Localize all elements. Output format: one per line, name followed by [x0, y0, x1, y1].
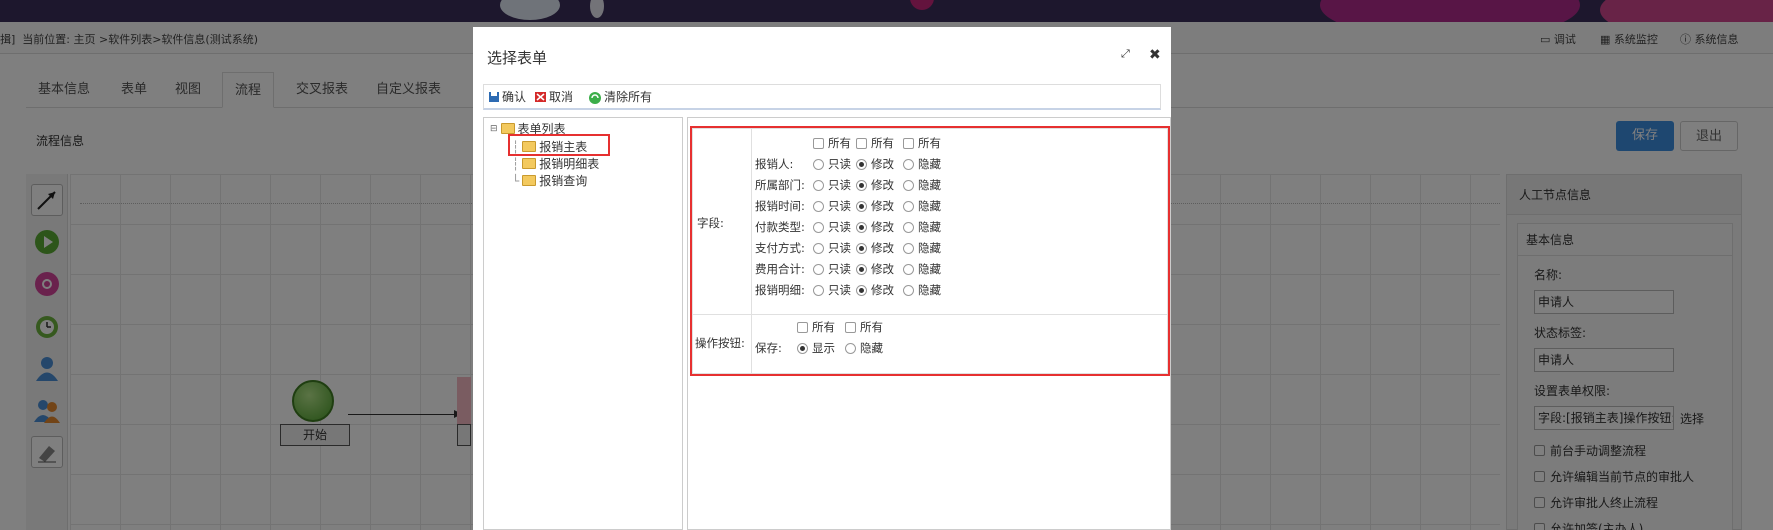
folder-icon — [500, 123, 515, 134]
radio-hide[interactable]: 隐藏 — [845, 340, 883, 356]
radio-show[interactable]: 显示 — [797, 340, 835, 356]
folder-icon — [522, 158, 537, 169]
radio-readonly[interactable]: 只读 — [813, 198, 851, 214]
maximize-icon[interactable]: ⤢ — [1121, 47, 1130, 61]
close-icon[interactable]: ✖ — [1149, 47, 1161, 63]
radio-edit[interactable]: 修改 — [856, 240, 894, 256]
all-readonly-check[interactable]: 所有 — [813, 135, 851, 151]
recycle-icon — [589, 91, 601, 104]
tree-item-expense-query[interactable]: └ 报销查询 — [512, 172, 587, 189]
button-row-label: 保存: — [755, 341, 782, 355]
highlight-selected-tree-item — [508, 134, 610, 156]
field-label: 报销人: — [755, 157, 794, 171]
cancel-icon — [535, 91, 546, 102]
radio-edit[interactable]: 修改 — [856, 261, 894, 277]
radio-hidden[interactable]: 隐藏 — [903, 282, 941, 298]
select-form-dialog: 选择表单 ⤢ ✖ 确认 取消 清除所有 ⊟ 表单列表 ┆ 报销主表 ┆ 报销明细表 └… — [473, 27, 1171, 530]
all-hide-check[interactable]: 所有 — [845, 319, 883, 335]
tree-item-expense-detail[interactable]: ┆ 报销明细表 — [512, 155, 599, 172]
field-label: 费用合计: — [755, 262, 805, 276]
cancel-button[interactable]: 取消 — [534, 88, 573, 105]
all-edit-check[interactable]: 所有 — [856, 135, 894, 151]
radio-edit[interactable]: 修改 — [856, 219, 894, 235]
radio-hidden[interactable]: 隐藏 — [903, 198, 941, 214]
all-hidden-check[interactable]: 所有 — [903, 135, 941, 151]
dialog-toolbar: 确认 取消 清除所有 — [483, 84, 1161, 110]
save-icon — [489, 91, 499, 102]
radio-hidden[interactable]: 隐藏 — [903, 219, 941, 235]
all-show-check[interactable]: 所有 — [797, 319, 835, 335]
radio-readonly[interactable]: 只读 — [813, 156, 851, 172]
permission-table: 字段: 操作按钮: 所有 所有 所有 报销人: 只读 修改 隐藏 所属部门: 只… — [692, 128, 1168, 374]
radio-readonly[interactable]: 只读 — [813, 282, 851, 298]
clear-all-button[interactable]: 清除所有 — [588, 88, 652, 105]
field-label: 支付方式: — [755, 241, 805, 255]
confirm-button[interactable]: 确认 — [488, 88, 526, 105]
field-label: 报销明细: — [755, 283, 805, 297]
radio-edit[interactable]: 修改 — [856, 156, 894, 172]
radio-readonly[interactable]: 只读 — [813, 177, 851, 193]
field-label: 付款类型: — [755, 220, 805, 234]
radio-edit[interactable]: 修改 — [856, 198, 894, 214]
radio-hidden[interactable]: 隐藏 — [903, 261, 941, 277]
form-tree: ⊟ 表单列表 ┆ 报销主表 ┆ 报销明细表 └ 报销查询 — [483, 117, 683, 530]
field-label: 所属部门: — [755, 178, 805, 192]
radio-hidden[interactable]: 隐藏 — [903, 240, 941, 256]
buttons-label: 操作按钮: — [695, 336, 745, 350]
dialog-title: 选择表单 — [487, 49, 548, 67]
radio-readonly[interactable]: 只读 — [813, 219, 851, 235]
folder-icon — [522, 175, 537, 186]
radio-readonly[interactable]: 只读 — [813, 261, 851, 277]
radio-hidden[interactable]: 隐藏 — [903, 156, 941, 172]
permission-form: 字段: 操作按钮: 所有 所有 所有 报销人: 只读 修改 隐藏 所属部门: 只… — [687, 117, 1171, 530]
radio-edit[interactable]: 修改 — [856, 282, 894, 298]
radio-edit[interactable]: 修改 — [856, 177, 894, 193]
radio-readonly[interactable]: 只读 — [813, 240, 851, 256]
radio-hidden[interactable]: 隐藏 — [903, 177, 941, 193]
fields-label: 字段: — [697, 216, 724, 230]
field-label: 报销时间: — [755, 199, 805, 213]
